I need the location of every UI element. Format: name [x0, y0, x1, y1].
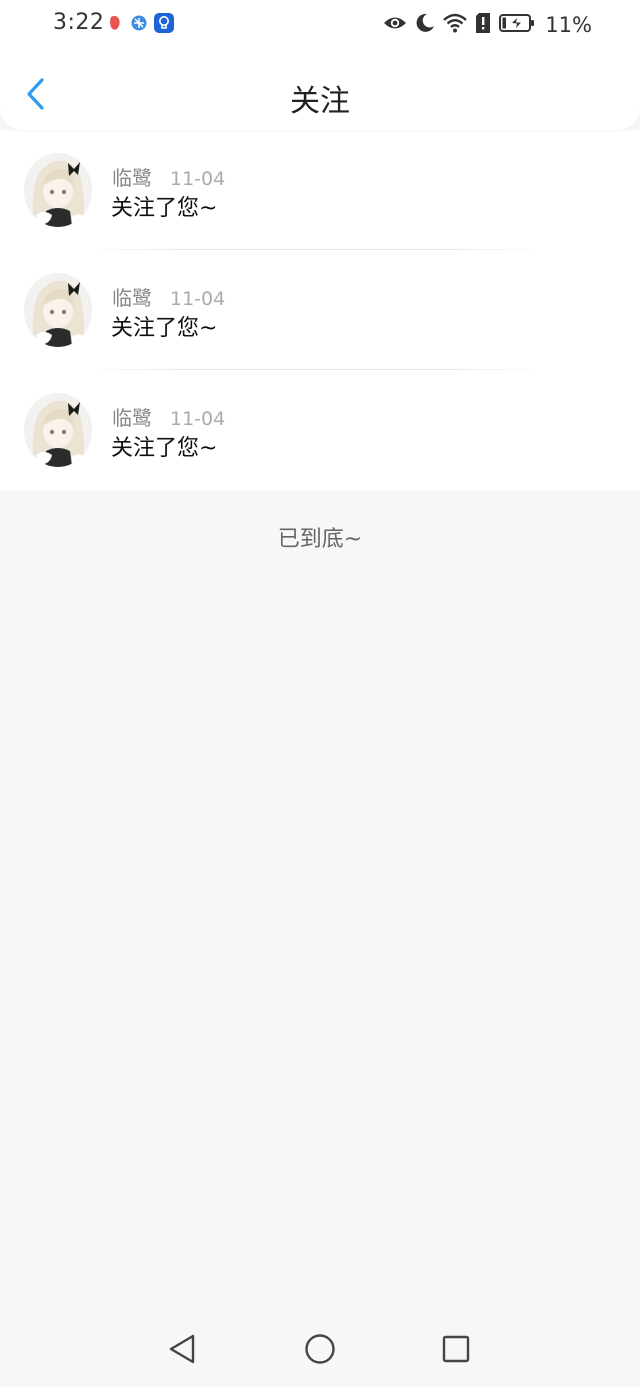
avatar[interactable]	[24, 393, 92, 467]
back-triangle-icon	[167, 1333, 197, 1369]
moon-icon	[415, 13, 435, 37]
meta-row: 临鹭 11-04	[112, 282, 225, 311]
notification-item[interactable]: 临鹭 11-04 关注了您~	[0, 130, 640, 250]
screen: 3:22 11% 关注 临鹭 11-04 关注了您~ 临鹭 11-04 关注了您…	[0, 0, 640, 1387]
nav-back-button[interactable]	[166, 1333, 198, 1369]
avatar[interactable]	[24, 273, 92, 347]
page-title: 关注	[290, 84, 350, 119]
home-circle-icon	[304, 1333, 336, 1369]
notification-message: 关注了您~	[111, 436, 218, 461]
notification-date: 11-04	[170, 168, 226, 190]
battery-icon	[499, 13, 535, 37]
user-name[interactable]: 临鹭	[112, 402, 152, 431]
notification-message: 关注了您~	[111, 196, 218, 221]
notification-message: 关注了您~	[111, 316, 218, 341]
nav-recents-button[interactable]	[440, 1335, 472, 1367]
battery-percentage: 11%	[545, 13, 592, 37]
bulb-app-icon	[154, 13, 174, 33]
record-icon	[106, 14, 124, 32]
user-name[interactable]: 临鹭	[112, 282, 152, 311]
header: 3:22 11% 关注	[0, 0, 640, 130]
vpn-icon	[130, 14, 148, 32]
status-time: 3:22	[53, 10, 105, 35]
status-icons: 11%	[383, 12, 592, 38]
end-of-list-text: 已到底~	[277, 527, 363, 552]
avatar[interactable]	[24, 153, 92, 227]
notification-item[interactable]: 临鹭 11-04 关注了您~	[0, 370, 640, 490]
sim-alert-icon	[475, 12, 491, 38]
eye-icon	[383, 14, 407, 36]
notification-item[interactable]: 临鹭 11-04 关注了您~	[0, 250, 640, 370]
navigation-bar	[0, 1315, 640, 1387]
wifi-icon	[443, 13, 468, 37]
notification-date: 11-04	[170, 408, 226, 430]
title-bar: 关注	[0, 60, 640, 130]
nav-home-button[interactable]	[304, 1333, 336, 1369]
status-bar: 3:22 11%	[0, 0, 640, 50]
notification-date: 11-04	[170, 288, 226, 310]
meta-row: 临鹭 11-04	[112, 402, 225, 431]
notification-list: 临鹭 11-04 关注了您~ 临鹭 11-04 关注了您~ 临鹭 11-04 关…	[0, 130, 640, 490]
meta-row: 临鹭 11-04	[112, 162, 225, 191]
recents-square-icon	[441, 1334, 471, 1368]
user-name[interactable]: 临鹭	[112, 162, 152, 191]
